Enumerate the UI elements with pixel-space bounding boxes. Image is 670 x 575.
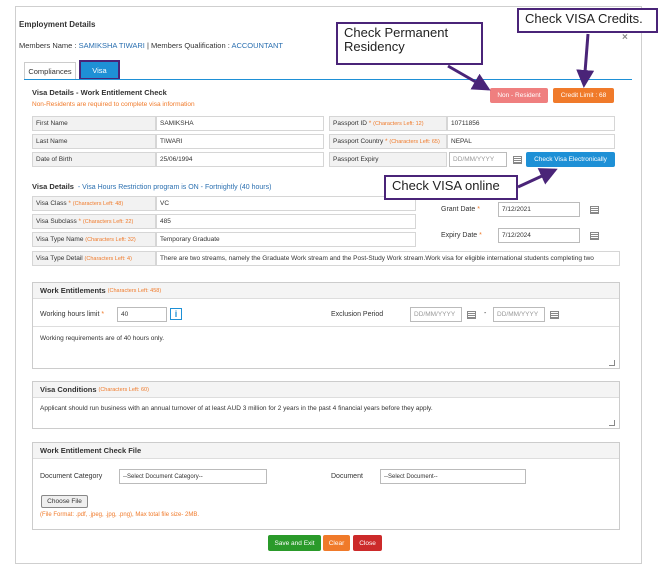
callout-arrows xyxy=(447,33,595,189)
arrow-to-credit-limit xyxy=(576,33,595,88)
arrow-to-check-visa xyxy=(517,168,558,189)
arrow-to-non-resident xyxy=(447,64,491,91)
